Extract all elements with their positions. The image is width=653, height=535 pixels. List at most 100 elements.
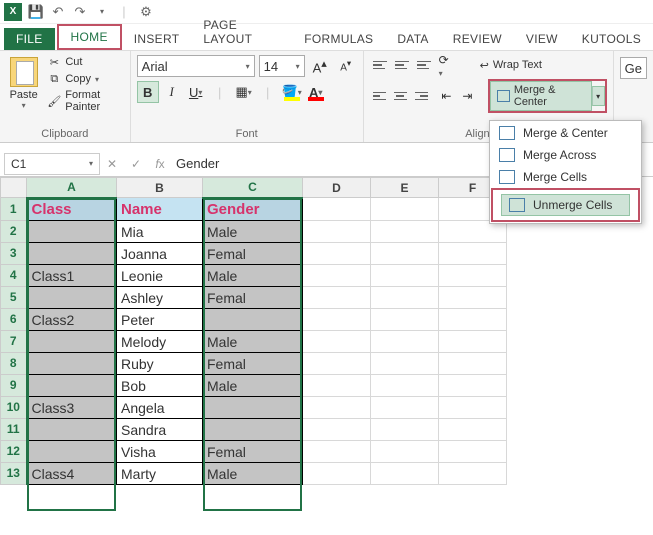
cell-f10[interactable] (439, 396, 507, 418)
fill-color-button[interactable]: 🪣▾ (281, 81, 303, 103)
row-header-13[interactable]: 13 (1, 462, 27, 484)
format-painter-button[interactable]: 🖌 Format Painter (47, 89, 123, 113)
orientation-button[interactable]: ⟳▾ (436, 55, 462, 75)
cell-d12[interactable] (303, 440, 371, 462)
toolbox-icon[interactable]: ⚙ (138, 4, 154, 20)
cell-c13[interactable]: Male (203, 462, 303, 484)
middle-align-button[interactable] (392, 55, 412, 75)
tab-data[interactable]: DATA (385, 28, 440, 50)
tab-home[interactable]: HOME (59, 26, 120, 48)
top-align-button[interactable] (370, 55, 390, 75)
cell-f11[interactable] (439, 418, 507, 440)
wrap-text-button[interactable]: ↩ Wrap Text (476, 57, 546, 74)
cell-d11[interactable] (303, 418, 371, 440)
tab-review[interactable]: REVIEW (441, 28, 514, 50)
italic-button[interactable]: I (161, 81, 183, 103)
cell-d13[interactable] (303, 462, 371, 484)
cell-b4[interactable]: Leonie (117, 264, 203, 286)
cell-c2[interactable]: Male (203, 220, 303, 242)
undo-icon[interactable]: ↶ (50, 4, 66, 20)
save-icon[interactable]: 💾 (28, 4, 44, 20)
cell-f7[interactable] (439, 330, 507, 352)
align-left-button[interactable] (370, 86, 389, 106)
cell-a9[interactable] (27, 374, 117, 396)
cell-e10[interactable] (371, 396, 439, 418)
row-header-8[interactable]: 8 (1, 352, 27, 374)
cell-b1[interactable]: Name (117, 198, 203, 221)
cell-d4[interactable] (303, 264, 371, 286)
merge-dropdown-button[interactable]: ▾ (592, 86, 605, 106)
col-header-d[interactable]: D (303, 178, 371, 198)
cell-c4[interactable]: Male (203, 264, 303, 286)
row-header-3[interactable]: 3 (1, 242, 27, 264)
cell-a8[interactable] (27, 352, 117, 374)
select-all-corner[interactable] (1, 178, 27, 198)
tab-file[interactable]: FILE (4, 28, 55, 50)
row-header-10[interactable]: 10 (1, 396, 27, 418)
increase-indent-button[interactable]: ⇥ (459, 86, 478, 106)
cell-e6[interactable] (371, 308, 439, 330)
cell-d6[interactable] (303, 308, 371, 330)
cell-b12[interactable]: Visha (117, 440, 203, 462)
cell-e9[interactable] (371, 374, 439, 396)
paste-button[interactable]: Paste ▾ (6, 55, 41, 110)
cell-a13[interactable]: Class4 (27, 462, 117, 484)
cell-f12[interactable] (439, 440, 507, 462)
decrease-indent-button[interactable]: ⇤ (438, 86, 457, 106)
cell-a4[interactable]: Class1 (27, 264, 117, 286)
cell-f13[interactable] (439, 462, 507, 484)
cell-f6[interactable] (439, 308, 507, 330)
cell-b6[interactable]: Peter (117, 308, 203, 330)
cell-c7[interactable]: Male (203, 330, 303, 352)
tab-page-layout[interactable]: PAGE LAYOUT (191, 14, 292, 50)
cell-f3[interactable] (439, 242, 507, 264)
cell-a11[interactable] (27, 418, 117, 440)
customize-qat-icon[interactable]: ▾ (94, 4, 110, 20)
cell-c10[interactable] (203, 396, 303, 418)
row-header-11[interactable]: 11 (1, 418, 27, 440)
cell-a1[interactable]: Class (27, 198, 117, 221)
decrease-font-button[interactable]: A▾ (335, 55, 357, 77)
cell-c5[interactable]: Femal (203, 286, 303, 308)
menu-merge-across[interactable]: Merge Across (491, 144, 640, 166)
align-center-button[interactable] (391, 86, 410, 106)
col-header-a[interactable]: A (27, 178, 117, 198)
row-header-2[interactable]: 2 (1, 220, 27, 242)
row-header-5[interactable]: 5 (1, 286, 27, 308)
font-size-combo[interactable]: 14▾ (259, 55, 305, 77)
cell-d5[interactable] (303, 286, 371, 308)
cell-e8[interactable] (371, 352, 439, 374)
row-header-9[interactable]: 9 (1, 374, 27, 396)
font-name-combo[interactable]: Arial▾ (137, 55, 255, 77)
cell-c1[interactable]: Gender (203, 198, 303, 221)
cell-b9[interactable]: Bob (117, 374, 203, 396)
merge-center-button[interactable]: Merge & Center (490, 81, 592, 111)
tab-insert[interactable]: INSERT (122, 28, 192, 50)
cell-b10[interactable]: Angela (117, 396, 203, 418)
cell-f9[interactable] (439, 374, 507, 396)
row-header-7[interactable]: 7 (1, 330, 27, 352)
row-header-4[interactable]: 4 (1, 264, 27, 286)
cell-c8[interactable]: Femal (203, 352, 303, 374)
cut-button[interactable]: ✂ Cut (47, 55, 123, 69)
cell-b8[interactable]: Ruby (117, 352, 203, 374)
cell-e4[interactable] (371, 264, 439, 286)
col-header-c[interactable]: C (203, 178, 303, 198)
cell-e3[interactable] (371, 242, 439, 264)
tab-kutools[interactable]: KUTOOLS (570, 28, 653, 50)
enter-formula-icon[interactable]: ✓ (124, 157, 148, 171)
cell-a3[interactable] (27, 242, 117, 264)
cell-d10[interactable] (303, 396, 371, 418)
cell-b7[interactable]: Melody (117, 330, 203, 352)
align-right-button[interactable] (412, 86, 431, 106)
cell-a5[interactable] (27, 286, 117, 308)
cell-d7[interactable] (303, 330, 371, 352)
borders-button[interactable]: ▦▾ (233, 81, 255, 103)
copy-button[interactable]: ⧉ Copy ▾ (47, 72, 123, 86)
menu-merge-center[interactable]: Merge & Center (491, 122, 640, 144)
cell-d2[interactable] (303, 220, 371, 242)
cell-e7[interactable] (371, 330, 439, 352)
row-header-1[interactable]: 1 (1, 198, 27, 221)
bold-button[interactable]: B (137, 81, 159, 103)
cell-a10[interactable]: Class3 (27, 396, 117, 418)
